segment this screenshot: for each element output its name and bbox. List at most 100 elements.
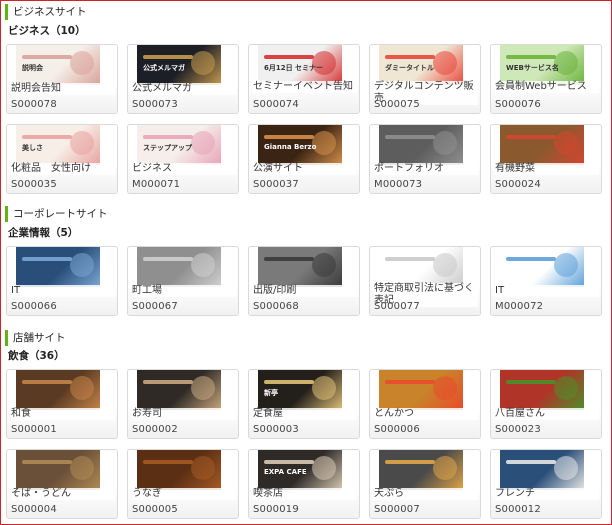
thumbnail-image [433, 51, 457, 75]
thumbnail-band [264, 257, 314, 261]
template-thumbnail [258, 247, 342, 287]
thumbnail-band [22, 380, 72, 384]
category-title[interactable]: ビジネス（10） [8, 24, 86, 38]
thumbnail-band [385, 460, 435, 464]
template-card[interactable]: お寿司 S000002 [127, 369, 239, 439]
thumbnail-image [433, 253, 457, 277]
template-card[interactable]: 天ぷら S000007 [369, 449, 481, 519]
thumbnail-image [70, 456, 94, 480]
thumbnail-band [506, 257, 556, 261]
template-thumbnail: 新亭 [258, 370, 342, 410]
template-thumbnail [500, 450, 584, 490]
template-name: お寿司 [132, 408, 236, 420]
thumbnail-image [554, 456, 578, 480]
category-title[interactable]: 企業情報（5） [8, 226, 78, 240]
thumbnail-band [264, 135, 314, 139]
thumbnail-band [143, 135, 193, 139]
template-card[interactable]: IT S000066 [6, 246, 118, 316]
template-code: S000001 [11, 424, 57, 435]
template-name: IT [11, 285, 115, 297]
template-name: ビジネス [132, 163, 236, 175]
thumbnail-label: ダミータイトル [385, 64, 434, 72]
template-card[interactable]: そば・うどん S000004 [6, 449, 118, 519]
thumbnail-image [191, 131, 215, 155]
thumbnail-image [70, 376, 94, 400]
template-name: 公演サイト [253, 163, 357, 175]
thumbnail-band [264, 55, 314, 59]
thumbnail-image [433, 376, 457, 400]
template-name: 有機野菜 [495, 163, 599, 175]
thumbnail-band [385, 380, 435, 384]
template-code: S000024 [495, 179, 541, 190]
template-card[interactable]: 美しさ 化粧品 女性向け S000035 [6, 124, 118, 194]
template-code: S000075 [374, 99, 420, 110]
template-code: S000012 [495, 504, 541, 515]
template-code: S000066 [11, 301, 57, 312]
template-card[interactable]: 説明会 説明会告知 S000078 [6, 44, 118, 114]
template-card[interactable]: とんかつ S000006 [369, 369, 481, 439]
template-name: とんかつ [374, 408, 478, 420]
template-card[interactable]: 和食 S000001 [6, 369, 118, 439]
thumbnail-band [264, 380, 314, 384]
template-card[interactable]: IT M000072 [490, 246, 602, 316]
template-thumbnail: WEBサービス名 [500, 45, 584, 85]
template-code: S000019 [253, 504, 299, 515]
thumbnail-band [143, 257, 193, 261]
template-thumbnail: ステップアップ [137, 125, 221, 165]
template-card[interactable]: ステップアップ ビジネス M000071 [127, 124, 239, 194]
thumbnail-band [385, 55, 435, 59]
template-card[interactable]: 有機野菜 S000024 [490, 124, 602, 194]
template-thumbnail: 美しさ [16, 125, 100, 165]
thumbnail-label: 公式メルマガ [143, 64, 185, 72]
section-title: ビジネスサイト [5, 4, 612, 20]
template-card[interactable]: ポートフォリオ M000073 [369, 124, 481, 194]
template-card[interactable]: 八百屋さん S000023 [490, 369, 602, 439]
template-code: S000007 [374, 504, 420, 515]
template-code: S000076 [495, 99, 541, 110]
template-name: 町工場 [132, 285, 236, 297]
section-title: コーポレートサイト [5, 206, 612, 222]
template-code: S000004 [11, 504, 57, 515]
template-card[interactable]: WEBサービス名 会員制Webサービス S000076 [490, 44, 602, 114]
template-thumbnail [137, 450, 221, 490]
thumbnail-image [70, 253, 94, 277]
thumbnail-band [143, 380, 193, 384]
thumbnail-band [506, 55, 556, 59]
thumbnail-image [433, 131, 457, 155]
thumbnail-band [385, 135, 435, 139]
template-card[interactable]: 新亭 定食屋 S000003 [248, 369, 360, 439]
template-card[interactable]: 特定商取引法に基づく表記 S000077 [369, 246, 481, 316]
template-code: S000006 [374, 424, 420, 435]
thumbnail-image [554, 131, 578, 155]
template-card[interactable]: 出版/印刷 S000068 [248, 246, 360, 316]
template-code: S000073 [132, 99, 178, 110]
template-name: 喫茶店 [253, 488, 357, 500]
template-code: S000077 [374, 301, 420, 312]
template-name: 会員制Webサービス [495, 81, 599, 93]
template-card[interactable]: 公式メルマガ 公式メルマガ S000073 [127, 44, 239, 114]
thumbnail-label: 新亭 [264, 389, 278, 397]
thumbnail-label: Gianna Berzo [264, 143, 317, 151]
template-thumbnail: EXPA CAFE [258, 450, 342, 490]
thumbnail-image [191, 51, 215, 75]
template-card[interactable]: 町工場 S000067 [127, 246, 239, 316]
section-business: ビジネスサイト [0, 4, 612, 20]
template-name: IT [495, 285, 599, 297]
category-title[interactable]: 飲食（36） [8, 349, 65, 363]
template-card[interactable]: フレンチ S000012 [490, 449, 602, 519]
template-card[interactable]: うなぎ S000005 [127, 449, 239, 519]
template-name: 八百屋さん [495, 408, 599, 420]
thumbnail-image [70, 131, 94, 155]
template-name: 出版/印刷 [253, 285, 357, 297]
thumbnail-image [191, 253, 215, 277]
template-code: M000073 [374, 179, 423, 190]
template-thumbnail [379, 370, 463, 410]
thumbnail-image [70, 51, 94, 75]
template-card[interactable]: Gianna Berzo 公演サイト S000037 [248, 124, 360, 194]
template-card[interactable]: EXPA CAFE 喫茶店 S000019 [248, 449, 360, 519]
section-store: 店舗サイト [0, 330, 612, 346]
template-thumbnail [379, 247, 463, 287]
template-card[interactable]: ダミータイトル デジタルコンテンツ販売 S000075 [369, 44, 481, 114]
template-card[interactable]: 6月12日 セミナー セミナーイベント告知 S000074 [248, 44, 360, 114]
thumbnail-band [385, 257, 435, 261]
